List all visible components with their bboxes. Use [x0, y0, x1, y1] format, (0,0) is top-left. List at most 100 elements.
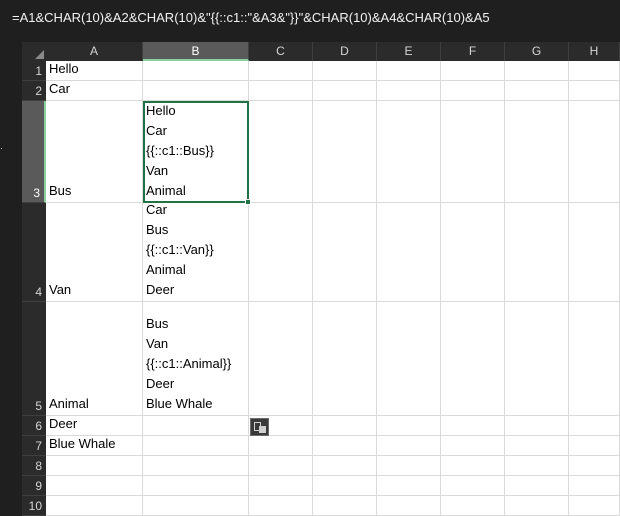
cell-b9[interactable] [143, 476, 249, 496]
cell-f7[interactable] [441, 436, 505, 456]
cell-g5[interactable] [505, 302, 569, 416]
cell-h5[interactable] [569, 302, 620, 416]
cell-a3[interactable]: Bus [46, 101, 143, 203]
cell-h3[interactable] [569, 101, 620, 203]
row-header-2[interactable]: 2 [22, 81, 46, 101]
cell-f1[interactable] [441, 61, 505, 81]
cell-g7[interactable] [505, 436, 569, 456]
cell-h4[interactable] [569, 203, 620, 302]
cell-f8[interactable] [441, 456, 505, 476]
cell-c8[interactable] [249, 456, 313, 476]
cell-d9[interactable] [313, 476, 377, 496]
cell-e8[interactable] [377, 456, 441, 476]
column-header-d[interactable]: D [313, 42, 377, 61]
cell-b8[interactable] [143, 456, 249, 476]
cell-b2[interactable] [143, 81, 249, 101]
cell-g1[interactable] [505, 61, 569, 81]
cell-a8[interactable] [46, 456, 143, 476]
row-header-10[interactable]: 10 [22, 496, 46, 516]
cell-g8[interactable] [505, 456, 569, 476]
cell-e4[interactable] [377, 203, 441, 302]
cell-a1[interactable]: Hello [46, 61, 143, 81]
cell-e10[interactable] [377, 496, 441, 516]
cell-b1[interactable] [143, 61, 249, 81]
cell-g9[interactable] [505, 476, 569, 496]
column-header-e[interactable]: E [377, 42, 441, 61]
cell-h7[interactable] [569, 436, 620, 456]
cell-f5[interactable] [441, 302, 505, 416]
row-number: 7 [35, 439, 42, 453]
cell-f6[interactable] [441, 416, 505, 436]
row-header-9[interactable]: 9 [22, 476, 46, 496]
cell-g2[interactable] [505, 81, 569, 101]
cell-b7[interactable] [143, 436, 249, 456]
cell-g10[interactable] [505, 496, 569, 516]
cell-a10[interactable] [46, 496, 143, 516]
column-header-h[interactable]: H [569, 42, 620, 61]
cell-b5[interactable]: Bus Van {{::c1::Animal}} Deer Blue Whale [143, 302, 249, 416]
cell-f4[interactable] [441, 203, 505, 302]
row-header-5[interactable]: 5 [22, 302, 46, 416]
cell-g6[interactable] [505, 416, 569, 436]
column-header-f[interactable]: F [441, 42, 505, 61]
cell-b4[interactable]: Car Bus {{::c1::Van}} Animal Deer [143, 202, 249, 302]
paste-options-button[interactable] [250, 418, 269, 436]
cell-d5[interactable] [313, 302, 377, 416]
cell-e3[interactable] [377, 101, 441, 203]
row-header-6[interactable]: 6 [22, 416, 46, 436]
cell-h1[interactable] [569, 61, 620, 81]
cell-h6[interactable] [569, 416, 620, 436]
cell-h8[interactable] [569, 456, 620, 476]
cell-h10[interactable] [569, 496, 620, 516]
cell-b6[interactable] [143, 416, 249, 436]
cell-c7[interactable] [249, 436, 313, 456]
cell-c2[interactable] [249, 81, 313, 101]
cell-c1[interactable] [249, 61, 313, 81]
cell-c10[interactable] [249, 496, 313, 516]
row-number: 2 [35, 84, 42, 98]
cell-h2[interactable] [569, 81, 620, 101]
cell-d7[interactable] [313, 436, 377, 456]
cell-c4[interactable] [249, 203, 313, 302]
cell-e7[interactable] [377, 436, 441, 456]
cell-f9[interactable] [441, 476, 505, 496]
cell-e9[interactable] [377, 476, 441, 496]
column-header-b[interactable]: B [143, 42, 249, 61]
cell-d10[interactable] [313, 496, 377, 516]
cell-b3[interactable]: Hello Car {{::c1::Bus}} Van Animal [143, 101, 249, 203]
cell-f3[interactable] [441, 101, 505, 203]
cell-d1[interactable] [313, 61, 377, 81]
cell-b10[interactable] [143, 496, 249, 516]
cell-a4[interactable]: Van [46, 203, 143, 302]
cell-a5[interactable]: Animal [46, 302, 143, 416]
cell-a7[interactable]: Blue Whale [46, 436, 143, 456]
column-header-g[interactable]: G [505, 42, 569, 61]
cell-e6[interactable] [377, 416, 441, 436]
cell-c9[interactable] [249, 476, 313, 496]
cell-c3[interactable] [249, 101, 313, 203]
row-header-8[interactable]: 8 [22, 456, 46, 476]
cell-g3[interactable] [505, 101, 569, 203]
cell-h9[interactable] [569, 476, 620, 496]
row-header-1[interactable]: 1 [22, 61, 46, 81]
cell-g4[interactable] [505, 203, 569, 302]
fill-handle[interactable] [245, 199, 251, 205]
row-header-3[interactable]: 3 [22, 101, 46, 203]
cell-f2[interactable] [441, 81, 505, 101]
cell-a6[interactable]: Deer [46, 416, 143, 436]
cell-e2[interactable] [377, 81, 441, 101]
cell-e5[interactable] [377, 302, 441, 416]
cell-d4[interactable] [313, 203, 377, 302]
cell-d8[interactable] [313, 456, 377, 476]
cell-d6[interactable] [313, 416, 377, 436]
cell-f10[interactable] [441, 496, 505, 516]
cell-a2[interactable]: Car [46, 81, 143, 101]
cell-d2[interactable] [313, 81, 377, 101]
cell-c5[interactable] [249, 302, 313, 416]
column-header-c[interactable]: C [249, 42, 313, 61]
cell-e1[interactable] [377, 61, 441, 81]
cell-d3[interactable] [313, 101, 377, 203]
cell-a9[interactable] [46, 476, 143, 496]
row-header-7[interactable]: 7 [22, 436, 46, 456]
row-header-4[interactable]: 4 [22, 203, 46, 302]
